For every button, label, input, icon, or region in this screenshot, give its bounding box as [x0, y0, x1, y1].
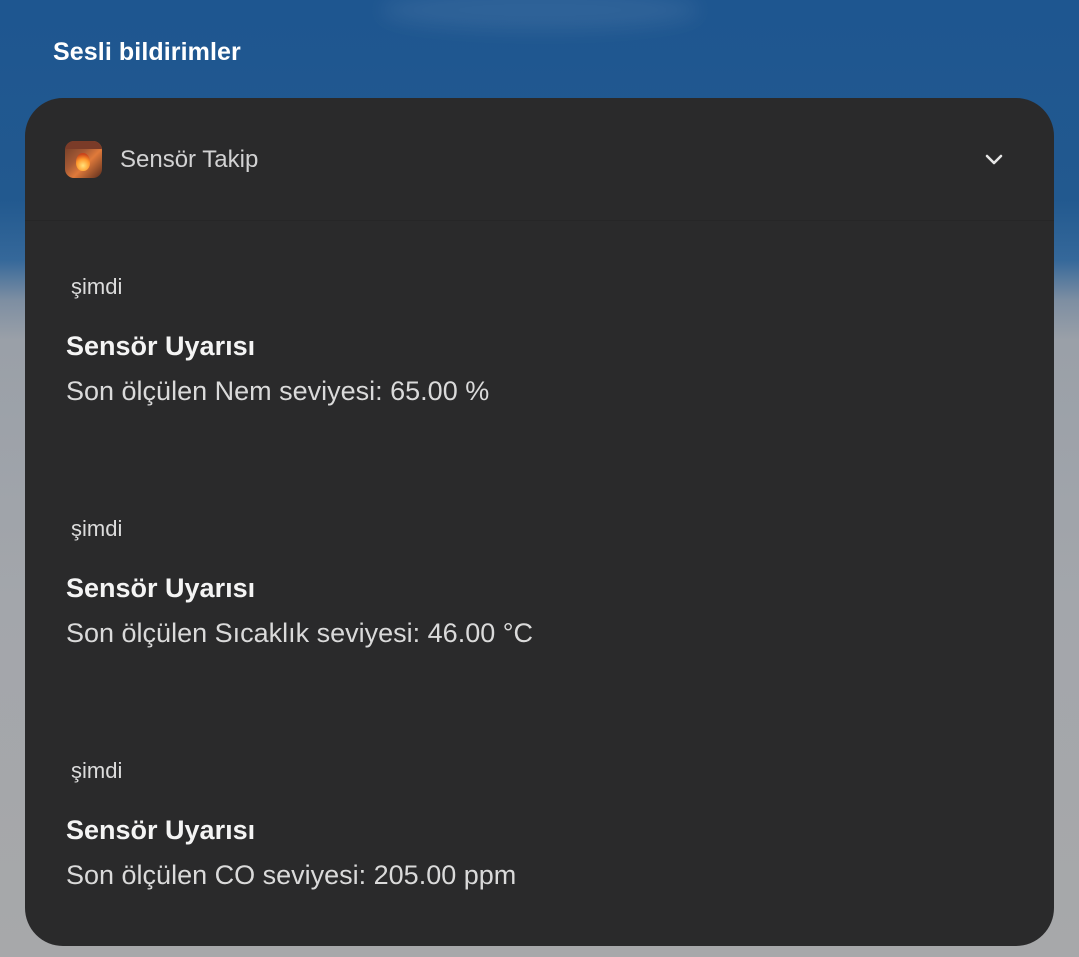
- notification-item[interactable]: şimdi Sensör Uyarısı Son ölçülen Nem sev…: [66, 274, 966, 414]
- section-title: Sesli bildirimler: [53, 38, 241, 66]
- notification-body: Son ölçülen CO seviyesi: 205.00 ppm: [66, 860, 517, 890]
- notification-time: şimdi: [71, 516, 123, 541]
- notification-time: şimdi: [71, 758, 123, 783]
- notification-title: Sensör Uyarısı: [66, 573, 256, 603]
- app-name: Sensör Takip: [120, 146, 259, 173]
- chevron-down-icon[interactable]: [983, 148, 1005, 170]
- notification-group-header[interactable]: Sensör Takip: [25, 98, 1054, 221]
- notification-time: şimdi: [71, 274, 123, 299]
- notification-body: Son ölçülen Nem seviyesi: 65.00 %: [66, 376, 490, 406]
- notification-item[interactable]: şimdi Sensör Uyarısı Son ölçülen Sıcaklı…: [66, 516, 966, 656]
- wallpaper-glow: [380, 0, 700, 30]
- notification-title: Sensör Uyarısı: [66, 815, 256, 845]
- notification-item[interactable]: şimdi Sensör Uyarısı Son ölçülen CO sevi…: [66, 758, 966, 898]
- notification-group-card[interactable]: Sensör Takip şimdi Sensör Uyarısı Son öl…: [25, 98, 1054, 946]
- notification-body: Son ölçülen Sıcaklık seviyesi: 46.00 °C: [66, 618, 534, 648]
- fireplace-app-icon: [65, 141, 102, 178]
- notification-title: Sensör Uyarısı: [66, 331, 256, 361]
